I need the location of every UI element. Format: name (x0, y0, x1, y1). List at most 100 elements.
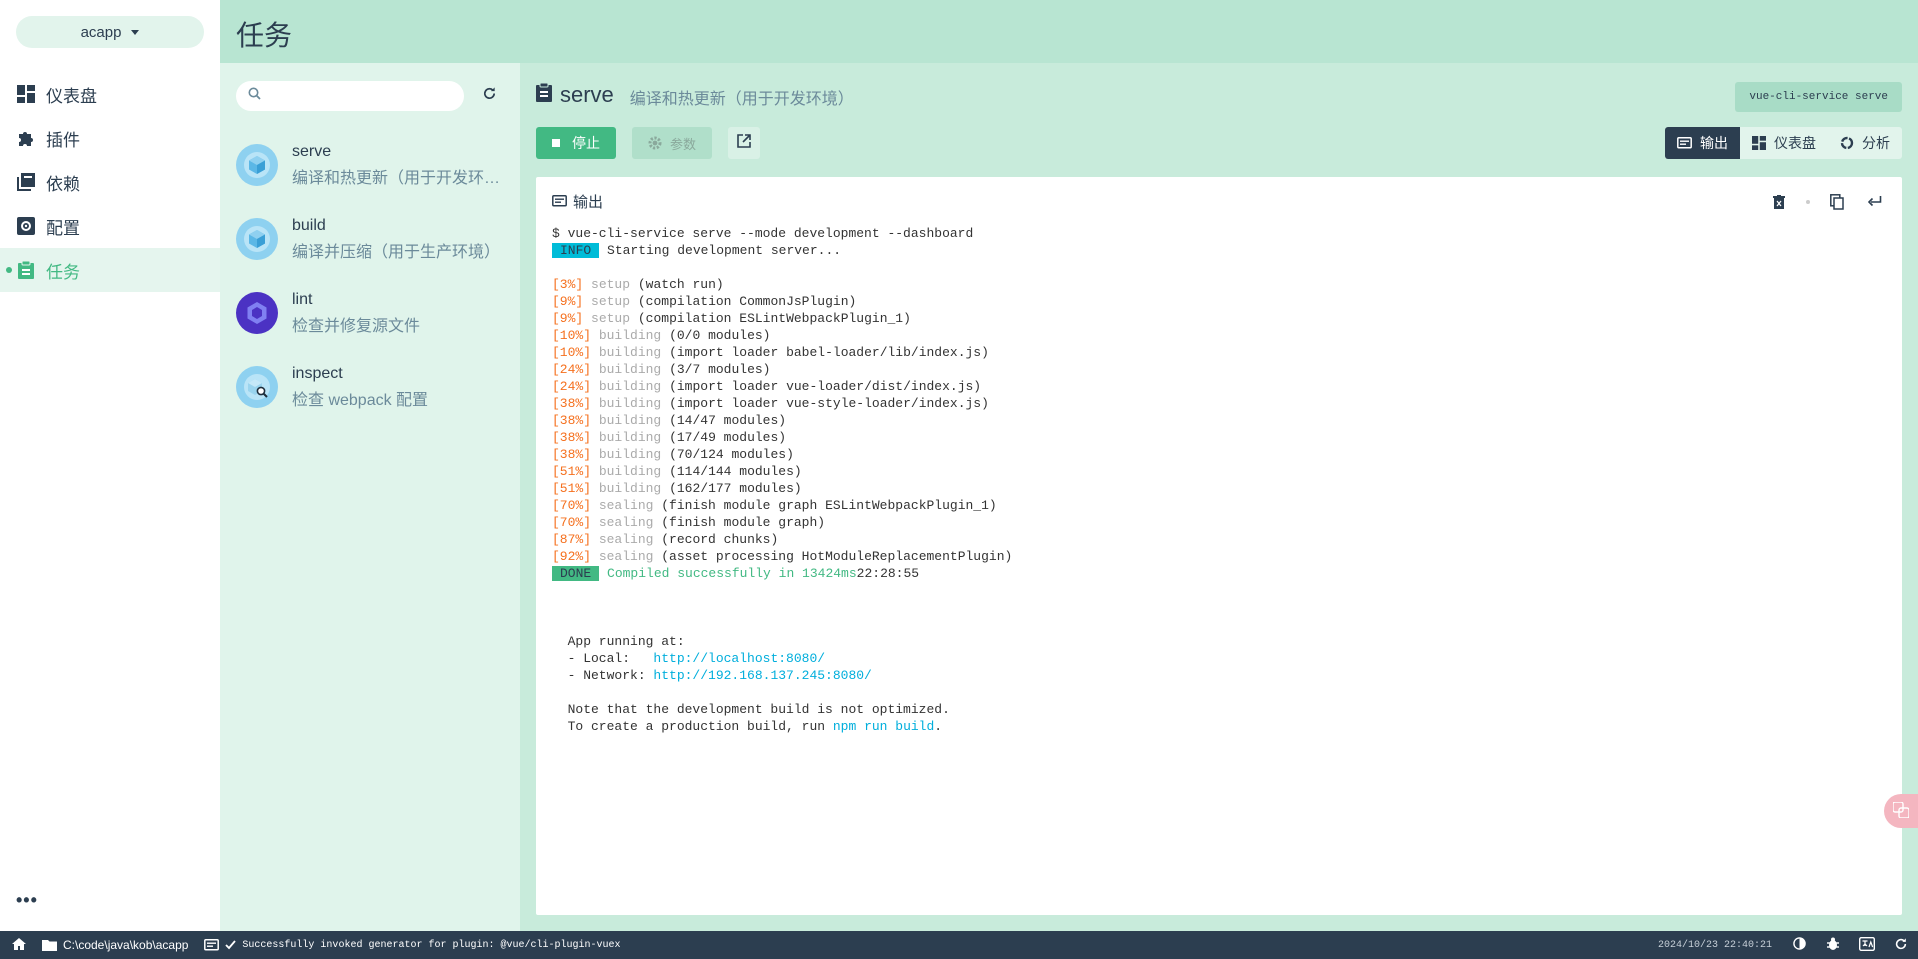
search-box[interactable] (236, 81, 464, 111)
progress-detail: (import loader babel-loader/lib/index.js… (669, 345, 989, 360)
dashboard-icon (1752, 136, 1766, 150)
status-bar-right: 2024/10/23 22:40:21 (1658, 931, 1918, 959)
progress-line: [24%] building (import loader vue-loader… (552, 379, 981, 394)
progress-phase: building (598, 413, 662, 428)
project-path[interactable]: C:\code\java\kob\acapp (42, 938, 188, 952)
tab-dashboard[interactable]: 仪表盘 (1740, 127, 1828, 159)
project-path-text: C:\code\java\kob\acapp (63, 938, 189, 952)
stop-button[interactable]: 停止 (536, 127, 616, 159)
home-button[interactable] (12, 937, 26, 953)
log-button[interactable]: Successfully invoked generator for plugi… (204, 938, 620, 952)
progress-percent: [87%] (552, 532, 592, 547)
open-in-new-icon (737, 133, 751, 153)
progress-phase: sealing (598, 498, 654, 513)
task-item-lint[interactable]: lint 检查并修复源文件 (236, 278, 520, 348)
task-item-serve[interactable]: serve 编译和热更新（用于开发环境） (236, 130, 520, 200)
settings-icon (16, 216, 36, 236)
progress-line: [38%] building (import loader vue-style-… (552, 396, 989, 411)
refresh-button[interactable] (478, 85, 500, 107)
task-title-name: serve (560, 82, 614, 107)
task-title-description: 编译和热更新（用于开发环境） (629, 91, 854, 108)
progress-lines: [3%] setup (watch run) [9%] setup (compi… (552, 277, 1012, 564)
progress-percent: [70%] (552, 515, 592, 530)
task-name: lint (292, 290, 313, 308)
task-item-build[interactable]: build 编译并压缩（用于生产环境） (236, 204, 520, 274)
dark-mode-toggle[interactable] (1782, 931, 1816, 959)
wrap-lines-button[interactable] (1864, 191, 1886, 213)
task-name: serve (292, 142, 332, 160)
progress-detail: (compilation CommonJsPlugin) (637, 294, 857, 309)
progress-line: [9%] setup (compilation ESLintWebpackPlu… (552, 311, 911, 326)
progress-line: [9%] setup (compilation CommonJsPlugin) (552, 294, 856, 309)
project-selector[interactable]: acapp (16, 16, 204, 48)
page-header: 任务 (220, 0, 1918, 63)
progress-line: [51%] building (114/144 modules) (552, 464, 802, 479)
task-list-panel: serve 编译和热更新（用于开发环境） build 编译并压缩（用于生产环境）… (220, 63, 520, 931)
left-nav: acapp 仪表盘 插件 依赖 配置 任务 ••• (0, 0, 220, 931)
progress-phase: setup (591, 294, 631, 309)
cube-icon (236, 144, 278, 186)
parameters-button-label: 参数 (669, 136, 696, 152)
copy-button[interactable] (1826, 191, 1848, 213)
refresh-button[interactable] (1884, 931, 1918, 959)
progress-percent: [10%] (552, 345, 592, 360)
progress-detail: (finish module graph ESLintWebpackPlugin… (661, 498, 997, 513)
language-button[interactable] (1850, 931, 1884, 959)
clear-output-button[interactable] (1768, 191, 1790, 213)
app-running-text: App running at: (552, 634, 685, 649)
nav-item-label: 配置 (46, 218, 80, 238)
nav-item-tasks[interactable]: 任务 (0, 248, 220, 292)
done-time: 22:28:55 (856, 566, 920, 581)
nav-item-label: 仪表盘 (46, 86, 97, 106)
parameters-button[interactable]: 参数 (632, 127, 712, 159)
progress-phase: building (598, 447, 662, 462)
build-command: npm run build (832, 719, 935, 734)
contrast-icon (1792, 937, 1806, 953)
bug-icon (1826, 937, 1840, 954)
progress-percent: [3%] (552, 277, 584, 292)
cube-icon (236, 218, 278, 260)
progress-percent: [38%] (552, 413, 592, 428)
nav-item-dashboard[interactable]: 仪表盘 (0, 72, 220, 116)
network-url-link[interactable]: http://192.168.137.245:8080/ (653, 668, 871, 683)
separator-dot (1806, 200, 1810, 204)
task-item-inspect[interactable]: inspect 检查 webpack 配置 (236, 352, 520, 422)
note-text: Note that the development build is not o… (552, 702, 950, 717)
tab-analyzer[interactable]: 分析 (1828, 127, 1902, 159)
progress-detail: (114/144 modules) (669, 464, 802, 479)
task-name: build (292, 216, 326, 234)
more-button[interactable]: ••• (16, 890, 38, 911)
progress-detail: (finish module graph) (661, 515, 826, 530)
report-bug-button[interactable] (1816, 931, 1850, 959)
tab-label: 仪表盘 (1774, 135, 1816, 151)
task-description: 编译并压缩（用于生产环境） (292, 243, 501, 261)
stop-icon (552, 139, 560, 147)
info-badge: INFO (552, 243, 600, 258)
translate-icon (1858, 936, 1876, 954)
nav-item-plugins[interactable]: 插件 (0, 116, 220, 160)
progress-percent: [24%] (552, 379, 592, 394)
dashboard-icon (16, 84, 36, 104)
progress-detail: (3/7 modules) (669, 362, 771, 377)
command-badge: vue-cli-service serve (1735, 82, 1902, 112)
view-tabs: 输出 仪表盘 分析 (1665, 127, 1902, 159)
local-url-link[interactable]: http://localhost:8080/ (653, 651, 825, 666)
search-icon (248, 87, 261, 105)
progress-detail: (import loader vue-style-loader/index.js… (669, 396, 989, 411)
tab-output[interactable]: 输出 (1665, 127, 1740, 159)
nav-item-dependencies[interactable]: 依赖 (0, 160, 220, 204)
note-suffix: . (934, 719, 943, 734)
library-icon (16, 172, 36, 192)
page-title: 任务 (236, 20, 293, 51)
progress-phase: sealing (598, 532, 654, 547)
search-input[interactable] (267, 88, 457, 104)
translate-float-button[interactable] (1884, 794, 1918, 828)
open-external-button[interactable] (728, 127, 760, 159)
output-title: 输出 (573, 194, 604, 211)
progress-percent: [92%] (552, 549, 592, 564)
nav-item-label: 依赖 (46, 174, 80, 194)
task-description: 检查 webpack 配置 (292, 391, 429, 409)
progress-detail: (17/49 modules) (669, 430, 787, 445)
nav-item-configuration[interactable]: 配置 (0, 204, 220, 248)
progress-percent: [38%] (552, 396, 592, 411)
